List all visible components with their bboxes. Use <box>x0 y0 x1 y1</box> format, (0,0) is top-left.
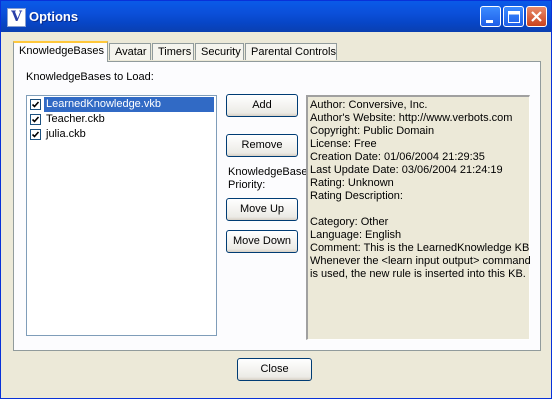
info-website: Author's Website: http://www.verbots.com <box>310 112 513 124</box>
check-icon <box>31 116 40 123</box>
info-rating: Rating: Unknown <box>310 177 394 189</box>
tab-knowledgebases[interactable]: KnowledgeBases <box>13 41 108 62</box>
minimize-icon <box>486 20 493 23</box>
checkbox[interactable] <box>30 114 41 125</box>
window-title: Options <box>29 9 79 24</box>
kb-load-label: KnowledgeBases to Load: <box>26 71 154 83</box>
check-icon <box>31 101 40 108</box>
tab-security[interactable]: Security <box>195 43 244 60</box>
info-creation-date: Creation Date: 01/06/2004 21:29:35 <box>310 151 485 163</box>
list-item-label: LearnedKnowledge.vkb <box>44 97 214 112</box>
knowledgebases-panel: KnowledgeBases to Load: LearnedKnowledge… <box>13 61 541 351</box>
remove-button[interactable]: Remove <box>226 134 298 157</box>
close-window-button[interactable] <box>526 6 547 27</box>
tab-avatar[interactable]: Avatar <box>109 43 151 60</box>
list-item[interactable]: LearnedKnowledge.vkb <box>29 97 214 112</box>
priority-label: KnowledgeBase <box>228 166 308 178</box>
app-icon: V <box>7 8 26 27</box>
info-author: Author: Conversive, Inc. <box>310 99 428 111</box>
info-comment-line-3: is used, the new rule is inserted into t… <box>310 268 526 280</box>
title-bar[interactable]: V Options <box>1 1 551 32</box>
tab-timers[interactable]: Timers <box>152 43 194 60</box>
info-category: Category: Other <box>310 216 389 228</box>
kb-listbox[interactable]: LearnedKnowledge.vkb Teacher.ckb julia.c… <box>26 95 217 336</box>
list-item-label: julia.ckb <box>46 128 86 140</box>
add-button[interactable]: Add <box>226 94 298 117</box>
checkbox[interactable] <box>30 129 41 140</box>
options-window: V Options KnowledgeBases Avatar Timers S… <box>0 0 552 399</box>
info-last-update: Last Update Date: 03/06/2004 21:24:19 <box>310 164 503 176</box>
move-down-button[interactable]: Move Down <box>226 230 298 253</box>
priority-label-2: Priority: <box>228 179 266 191</box>
tab-parental-controls[interactable]: Parental Controls <box>245 43 337 60</box>
maximize-icon <box>508 11 520 23</box>
list-item[interactable]: julia.ckb <box>29 127 214 142</box>
list-item-label: Teacher.ckb <box>46 113 105 125</box>
checkbox[interactable] <box>30 99 41 110</box>
info-copyright: Copyright: Public Domain <box>310 125 435 137</box>
move-up-button[interactable]: Move Up <box>226 198 298 221</box>
info-rating-description: Rating Description: <box>310 190 403 202</box>
check-icon <box>31 131 40 138</box>
list-item[interactable]: Teacher.ckb <box>29 112 214 127</box>
kb-info-panel: Author: Conversive, Inc. Author's Websit… <box>306 95 531 340</box>
info-language: Language: English <box>310 229 402 241</box>
close-button[interactable]: Close <box>237 358 312 381</box>
info-license: License: Free <box>310 138 377 150</box>
info-comment-line-2: Whenever the <learn input output> comman… <box>310 255 531 267</box>
info-comment: Comment: This is the LearnedKnowledge KB <box>310 242 530 254</box>
close-icon <box>531 11 542 22</box>
maximize-button[interactable] <box>503 6 524 27</box>
minimize-button[interactable] <box>480 6 501 27</box>
